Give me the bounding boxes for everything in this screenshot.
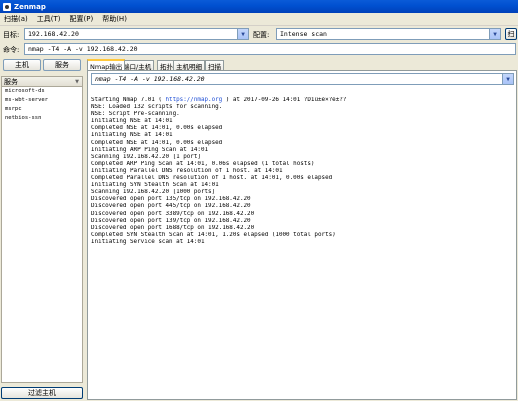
- output-line: Initiating Parallel DNS resolution of 1 …: [91, 167, 283, 174]
- output-line: Starting Nmap 7.01 ( https://nmap.org ) …: [91, 97, 347, 103]
- output-line: Initiating ARP Ping Scan at 14:01: [91, 146, 209, 153]
- left-view-toggle: 主机 服务: [0, 59, 84, 72]
- command-input[interactable]: nmap -T4 -A -v 192.168.42.20: [24, 43, 516, 55]
- scan-button[interactable]: 扫: [505, 28, 517, 40]
- output-line: Discovered open port 1688/tcp on 192.168…: [91, 224, 255, 231]
- menu-tools[interactable]: 工具(T): [37, 14, 61, 24]
- target-dropdown-arrow-icon[interactable]: ▼: [237, 29, 248, 39]
- target-row: 目标: 192.168.42.20 ▼ 配置: Intense scan ▼ 扫: [0, 27, 518, 42]
- menu-bar: 扫描(a) 工具(T) 配置(P) 帮助(H): [0, 13, 518, 26]
- output-dropdown-arrow-icon[interactable]: ▼: [502, 74, 513, 84]
- target-label: 目标:: [3, 31, 20, 39]
- nmap-output-text: Starting Nmap 7.01 ( https://nmap.org ) …: [91, 97, 514, 397]
- list-item[interactable]: msrpc: [2, 105, 82, 114]
- output-line: NSE: Loaded 132 scripts for scanning.: [91, 104, 223, 111]
- profile-label: 配置:: [253, 31, 270, 39]
- services-header-label: 服务: [4, 77, 18, 86]
- menu-help[interactable]: 帮助(H): [102, 14, 127, 24]
- output-line: Initiating NSE at 14:01: [91, 118, 173, 125]
- command-label: 命令:: [3, 46, 20, 54]
- output-line: Completed NSE at 14:01, 0.00s elapsed: [91, 125, 223, 132]
- output-line: NSE: Script Pre-scanning.: [91, 111, 180, 118]
- output-panel: nmap -T4 -A -v 192.168.42.20 ▼ Starting …: [87, 70, 517, 400]
- profile-value: Intense scan: [280, 30, 327, 38]
- list-item[interactable]: microsoft-ds: [2, 87, 82, 96]
- window-title: Zenmap: [14, 2, 46, 11]
- output-line: Completed Parallel DNS resolution of 1 h…: [91, 175, 333, 182]
- output-host-select-value: nmap -T4 -A -v 192.168.42.20: [95, 75, 205, 83]
- sort-descending-icon: ▼: [75, 79, 79, 85]
- hosts-toggle-button[interactable]: 主机: [3, 59, 41, 71]
- profile-dropdown-arrow-icon[interactable]: ▼: [489, 29, 500, 39]
- output-line: Discovered open port 445/tcp on 192.168.…: [91, 203, 251, 210]
- output-line: Initiating Service scan at 14:01: [91, 238, 205, 245]
- tab-scans[interactable]: 扫描: [205, 60, 224, 71]
- output-line: Initiating NSE at 14:01: [91, 132, 173, 139]
- list-item[interactable]: ms-wbt-server: [2, 96, 82, 105]
- menu-scan[interactable]: 扫描(a): [4, 14, 28, 24]
- title-bar: Zenmap: [0, 0, 518, 13]
- output-line: Initiating SYN Stealth Scan at 14:01: [91, 182, 219, 189]
- services-toggle-button[interactable]: 服务: [43, 59, 81, 71]
- tab-nmap-output[interactable]: Nmap输出: [87, 59, 126, 71]
- output-line: Discovered open port 135/tcp on 192.168.…: [91, 196, 251, 203]
- output-line: Completed ARP Ping Scan at 14:01, 0.06s …: [91, 160, 315, 167]
- services-column-header[interactable]: 服务 ▼: [1, 76, 83, 87]
- profile-combobox[interactable]: Intense scan ▼: [276, 28, 501, 40]
- target-combobox[interactable]: 192.168.42.20 ▼: [24, 28, 249, 40]
- tab-host-details[interactable]: 主机明细: [173, 60, 205, 71]
- output-line: Completed NSE at 14:01, 0.00s elapsed: [91, 139, 223, 146]
- command-row: 命令: nmap -T4 -A -v 192.168.42.20: [0, 42, 518, 56]
- list-item[interactable]: netbios-ssn: [2, 114, 82, 123]
- output-link[interactable]: https://nmap.org: [165, 97, 222, 103]
- output-line: Discovered open port 3389/tcp on 192.168…: [91, 210, 255, 217]
- output-host-select[interactable]: nmap -T4 -A -v 192.168.42.20 ▼: [91, 73, 514, 85]
- target-value: 192.168.42.20: [28, 30, 79, 38]
- output-line: Completed SYN Stealth Scan at 14:01, 1.2…: [91, 231, 336, 238]
- zenmap-logo-icon: [3, 2, 11, 11]
- filter-hosts-button[interactable]: 过滤主机: [1, 387, 83, 399]
- output-line: Scanning 192.168.42.20 [1000 ports]: [91, 189, 216, 196]
- menu-profile[interactable]: 配置(P): [70, 14, 94, 24]
- output-line: Scanning 192.168.42.20 [1 port]: [91, 153, 201, 160]
- result-tabs: Nmap输出 端口/主机 拓扑 主机明细 扫描: [87, 59, 517, 71]
- output-line: Discovered open port 139/tcp on 192.168.…: [91, 217, 251, 224]
- services-list: microsoft-ds ms-wbt-server msrpc netbios…: [1, 87, 83, 383]
